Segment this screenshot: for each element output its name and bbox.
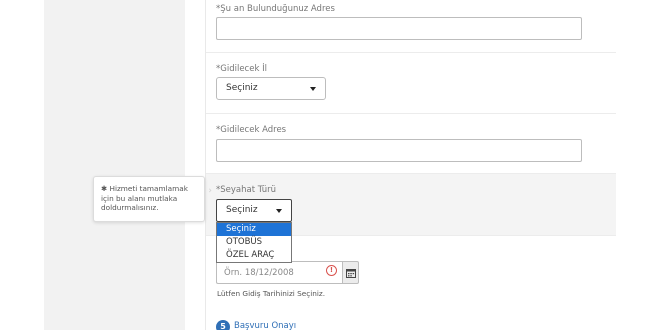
tooltip-text: Hizmeti tamamlamak için bu alanı mutlaka… — [101, 184, 188, 212]
destination-address-row: *Gidilecek Adres — [206, 114, 616, 174]
destination-city-label: *Gidilecek İl — [216, 64, 267, 74]
option-ozel-arac[interactable]: ÖZEL ARAÇ — [217, 249, 291, 262]
required-star-icon: ✱ — [101, 184, 108, 193]
left-panel — [44, 0, 185, 330]
travel-date-input[interactable]: Örn. 18/12/2008 — [216, 261, 343, 284]
destination-city-selected: Seçiniz — [226, 83, 258, 93]
travel-date-placeholder: Örn. 18/12/2008 — [224, 268, 294, 278]
destination-address-label: *Gidilecek Adres — [216, 125, 287, 135]
tooltip-arrow-icon: › — [208, 186, 212, 196]
calendar-button[interactable] — [342, 261, 359, 284]
option-otobus[interactable]: OTOBÜS — [217, 236, 291, 249]
option-seciniz[interactable]: Seçiniz — [217, 223, 291, 236]
calendar-icon — [346, 269, 356, 278]
destination-address-input[interactable] — [216, 139, 582, 162]
destination-city-row: *Gidilecek İl Seçiniz — [206, 53, 616, 114]
required-field-tooltip: ✱ Hizmeti tamamlamak için bu alanı mutla… — [93, 176, 212, 222]
current-address-label: *Şu an Bulunduğunuz Adres — [216, 4, 335, 14]
current-address-row: *Şu an Bulunduğunuz Adres — [206, 0, 616, 53]
travel-date-hint: Lütfen Gidiş Tarihinizi Seçiniz. — [217, 289, 326, 298]
caret-down-icon — [276, 209, 282, 213]
travel-type-label: *Seyahat Türü — [216, 185, 277, 195]
travel-type-dropdown: Seçiniz OTOBÜS ÖZEL ARAÇ — [216, 222, 292, 263]
error-icon: ! — [326, 265, 337, 276]
step-number-badge: 5 — [216, 320, 230, 330]
current-address-input[interactable] — [216, 17, 582, 40]
caret-down-icon — [310, 87, 316, 91]
step-label[interactable]: Başvuru Onayı — [234, 321, 296, 330]
destination-city-select[interactable]: Seçiniz — [216, 77, 326, 100]
travel-type-selected: Seçiniz — [226, 205, 258, 215]
travel-type-select[interactable]: Seçiniz — [216, 199, 292, 222]
